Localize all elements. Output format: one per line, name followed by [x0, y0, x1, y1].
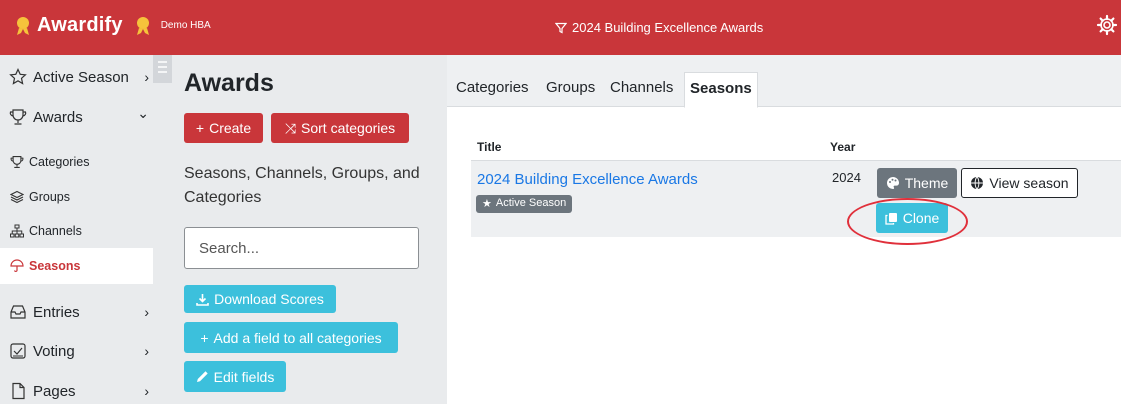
view-season-label: View season — [989, 175, 1069, 191]
theme-button[interactable]: Theme — [877, 168, 957, 198]
pencil-icon — [196, 370, 209, 383]
column-header-title: Title — [477, 140, 502, 154]
gear-icon[interactable] — [1096, 14, 1118, 36]
plus-icon: + — [200, 329, 209, 346]
tab-seasons[interactable]: Seasons — [684, 72, 758, 108]
medal-icon — [17, 16, 29, 35]
awards-panel: Awards + Create ⤨ Sort categories Season… — [172, 55, 447, 404]
org-name: Demo HBA — [160, 20, 211, 31]
status-badge: ★ Active Season — [476, 195, 573, 213]
sidebar-toggle[interactable] — [153, 55, 172, 83]
sidebar-item-label: Channels — [29, 224, 82, 238]
star-icon — [9, 68, 27, 86]
sidebar-item-label: Active Season — [33, 68, 129, 86]
sidebar-item-label: Awards — [33, 108, 83, 126]
sidebar-item-label: Seasons — [29, 259, 81, 273]
brand[interactable]: Awardify Demo HBA — [14, 14, 211, 37]
chevron-right-icon: › — [144, 69, 149, 85]
layers-icon — [10, 190, 24, 204]
chevron-right-icon: › — [144, 343, 149, 359]
star-icon: ★ — [482, 198, 492, 210]
download-scores-button[interactable]: Download Scores — [184, 285, 336, 313]
sidebar-item-label: Pages — [33, 382, 76, 400]
download-icon — [196, 293, 209, 306]
seasons-panel: Categories Groups Channels Seasons Title… — [447, 55, 1121, 404]
check-square-icon — [9, 342, 27, 360]
diagram-icon — [10, 224, 24, 238]
add-field-button[interactable]: + Add a field to all categories — [184, 322, 398, 353]
season-title: 2024 Building Excellence Awards — [572, 20, 764, 35]
file-icon — [9, 382, 27, 400]
chevron-down-icon: ⌄ — [137, 105, 149, 121]
sort-categories-label: Sort categories — [301, 120, 396, 136]
sidebar-item-channels[interactable]: Channels — [0, 221, 153, 241]
brand-name: Awardify — [37, 14, 123, 36]
tab-categories[interactable]: Categories — [451, 72, 534, 107]
sidebar-item-groups[interactable]: Groups — [0, 187, 153, 207]
create-button-label: Create — [209, 120, 252, 136]
sidebar-item-entries[interactable]: Entries › — [0, 301, 153, 323]
sidebar-item-label: Categories — [29, 155, 90, 169]
trophy-icon — [9, 108, 27, 126]
sidebar-item-seasons[interactable]: Seasons — [0, 248, 153, 284]
create-button[interactable]: + Create — [184, 113, 263, 143]
download-scores-label: Download Scores — [214, 291, 324, 307]
medal-icon — [136, 16, 149, 35]
inbox-icon — [9, 303, 27, 321]
sidebar: Active Season › Awards ⌄ Categories Grou… — [0, 55, 172, 404]
trophy-icon — [10, 155, 24, 169]
chevron-right-icon: › — [144, 383, 149, 399]
add-field-label: Add a field to all categories — [213, 329, 382, 346]
palette-icon — [886, 176, 900, 190]
season-selector[interactable]: 2024 Building Excellence Awards — [555, 20, 763, 35]
season-year: 2024 — [832, 170, 861, 185]
sort-categories-button[interactable]: ⤨ Sort categories — [271, 113, 409, 143]
plus-icon: + — [195, 120, 205, 136]
top-navbar: Awardify Demo HBA 2024 Building Excellen… — [0, 0, 1121, 55]
sidebar-item-voting[interactable]: Voting › — [0, 340, 153, 362]
theme-button-label: Theme — [904, 175, 949, 191]
filter-icon — [555, 22, 567, 33]
search-input[interactable] — [184, 227, 419, 269]
status-badge-label: Active Season — [495, 197, 567, 209]
tab-bar: Categories Groups Channels Seasons — [447, 55, 1121, 108]
season-title-link[interactable]: 2024 Building Excellence Awards — [477, 171, 698, 188]
column-header-year: Year — [830, 140, 856, 154]
globe-icon — [970, 176, 984, 190]
section-description: Seasons, Channels, Groups, and Categorie… — [184, 165, 420, 206]
umbrella-icon — [10, 259, 24, 273]
sidebar-item-label: Groups — [29, 190, 70, 204]
sidebar-item-label: Entries — [33, 303, 80, 321]
edit-fields-button[interactable]: Edit fields — [184, 361, 286, 392]
sidebar-item-label: Voting — [33, 342, 75, 360]
edit-fields-label: Edit fields — [213, 368, 275, 385]
sidebar-item-categories[interactable]: Categories — [0, 152, 153, 172]
tab-channels[interactable]: Channels — [605, 72, 678, 107]
view-season-button[interactable]: View season — [961, 168, 1078, 198]
sidebar-item-pages[interactable]: Pages › — [0, 380, 153, 402]
highlight-annotation — [847, 198, 968, 245]
chevron-right-icon: › — [144, 304, 149, 320]
page-title: Awards — [184, 69, 274, 97]
sidebar-item-awards[interactable]: Awards ⌄ — [0, 105, 153, 129]
tab-groups[interactable]: Groups — [541, 72, 600, 107]
sidebar-item-active-season[interactable]: Active Season › — [0, 65, 153, 89]
shuffle-icon: ⤨ — [284, 119, 297, 136]
